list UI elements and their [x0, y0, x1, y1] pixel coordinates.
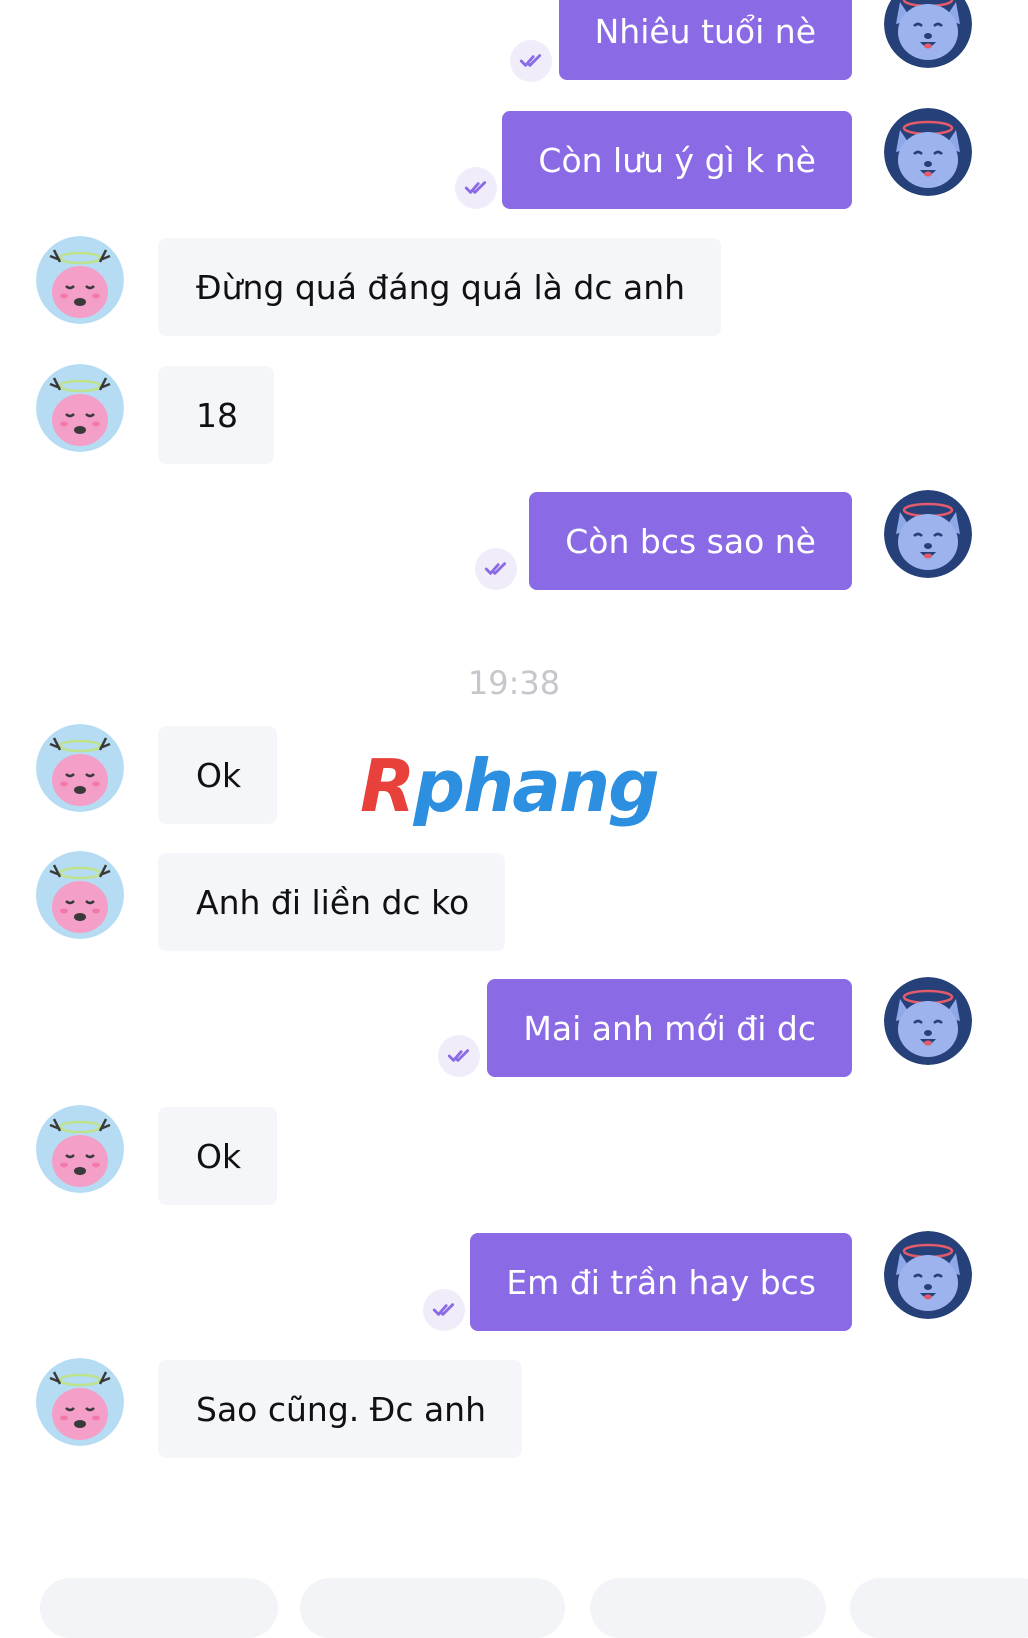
message-bubble-outgoing[interactable]: Em đi trần hay bcs [470, 1233, 852, 1331]
message-bubble-outgoing[interactable]: Mai anh mới đi dc [487, 979, 852, 1077]
message-bubble-outgoing[interactable]: Nhiêu tuổi nè [558, 0, 852, 80]
quick-reply-chip[interactable] [850, 1578, 1028, 1638]
message-bubble-outgoing[interactable]: Còn lưu ý gì k nè [502, 111, 852, 209]
message-text: Em đi trần hay bcs [506, 1262, 816, 1302]
message-text: Sao cũng. Đc anh [196, 1389, 487, 1429]
message-text: Nhiêu tuổi nè [594, 11, 816, 51]
message-bubble-incoming[interactable]: 18 [158, 366, 274, 464]
pink-deer-face-avatar-icon[interactable] [36, 236, 124, 324]
wolf-face-avatar-icon[interactable] [884, 108, 972, 196]
wolf-face-avatar-icon[interactable] [884, 1231, 972, 1319]
message-text: 18 [196, 395, 238, 435]
wolf-face-avatar-icon[interactable] [884, 490, 972, 578]
message-text: Còn lưu ý gì k nè [538, 140, 816, 180]
message-text: Ok [196, 755, 242, 795]
pink-deer-face-avatar-icon[interactable] [36, 1358, 124, 1446]
message-bubble-incoming[interactable]: Ok [158, 726, 278, 824]
message-bubble-incoming[interactable]: Đừng quá đáng quá là dc anh [158, 238, 722, 336]
message-timestamp: 19:38 [467, 664, 561, 702]
read-receipt-icon [475, 548, 517, 590]
chat-thread: Nhiêu tuổi nè Còn lưu ý gì k nè Đừng quá… [0, 0, 1028, 1638]
message-bubble-incoming[interactable]: Ok [158, 1107, 278, 1205]
message-text: Mai anh mới đi dc [523, 1008, 816, 1048]
message-text: Đừng quá đáng quá là dc anh [196, 267, 686, 307]
read-receipt-icon [455, 167, 497, 209]
quick-reply-chip[interactable] [300, 1578, 565, 1638]
message-bubble-incoming[interactable]: Anh đi liền dc ko [158, 853, 506, 951]
quick-reply-chip[interactable] [590, 1578, 826, 1638]
message-bubble-incoming[interactable]: Sao cũng. Đc anh [158, 1360, 523, 1458]
wolf-face-avatar-icon[interactable] [884, 977, 972, 1065]
read-receipt-icon [423, 1289, 465, 1331]
read-receipt-icon [438, 1035, 480, 1077]
quick-reply-chip[interactable] [40, 1578, 278, 1638]
pink-deer-face-avatar-icon[interactable] [36, 364, 124, 452]
read-receipt-icon [510, 40, 552, 82]
pink-deer-face-avatar-icon[interactable] [36, 724, 124, 812]
message-text: Còn bcs sao nè [565, 521, 816, 561]
pink-deer-face-avatar-icon[interactable] [36, 1105, 124, 1193]
message-text: Ok [196, 1136, 242, 1176]
message-bubble-outgoing[interactable]: Còn bcs sao nè [529, 492, 852, 590]
pink-deer-face-avatar-icon[interactable] [36, 851, 124, 939]
message-text: Anh đi liền dc ko [196, 882, 470, 922]
watermark-logo: Rphang [360, 744, 660, 828]
wolf-face-avatar-icon[interactable] [884, 0, 972, 68]
